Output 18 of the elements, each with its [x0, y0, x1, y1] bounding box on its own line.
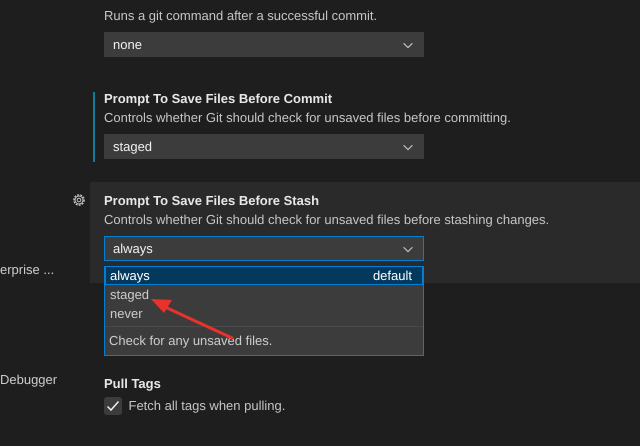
dropdown-select[interactable]: none — [104, 32, 424, 57]
setting-description: Controls whether Git should check for unsaved files before stashing changes. — [104, 211, 550, 229]
dropdown-option[interactable]: always default — [105, 266, 423, 285]
setting-description: Controls whether Git should check for unsaved files before committing. — [104, 109, 512, 127]
dropdown-option[interactable]: staged — [105, 285, 423, 304]
dropdown-select[interactable]: staged — [104, 134, 424, 159]
setting-title: Prompt To Save Files Before Commit — [104, 90, 334, 108]
sidebar-item[interactable]: Debugger — [0, 370, 58, 390]
setting-title: Pull Tags — [104, 375, 162, 393]
sidebar-item[interactable]: erprise ... — [0, 260, 54, 280]
checkbox-label: Fetch all tags when pulling. — [128, 397, 286, 416]
dropdown-select[interactable]: always — [104, 236, 424, 261]
option-description: Check for any unsaved files. — [105, 326, 423, 355]
setting-title: Prompt To Save Files Before Stash — [104, 192, 320, 210]
settings-icon[interactable] — [71, 192, 87, 208]
dropdown-option[interactable]: never — [105, 304, 423, 323]
checkbox[interactable] — [104, 397, 122, 415]
setting-description: Runs a git command after a successful commit. — [104, 7, 378, 25]
